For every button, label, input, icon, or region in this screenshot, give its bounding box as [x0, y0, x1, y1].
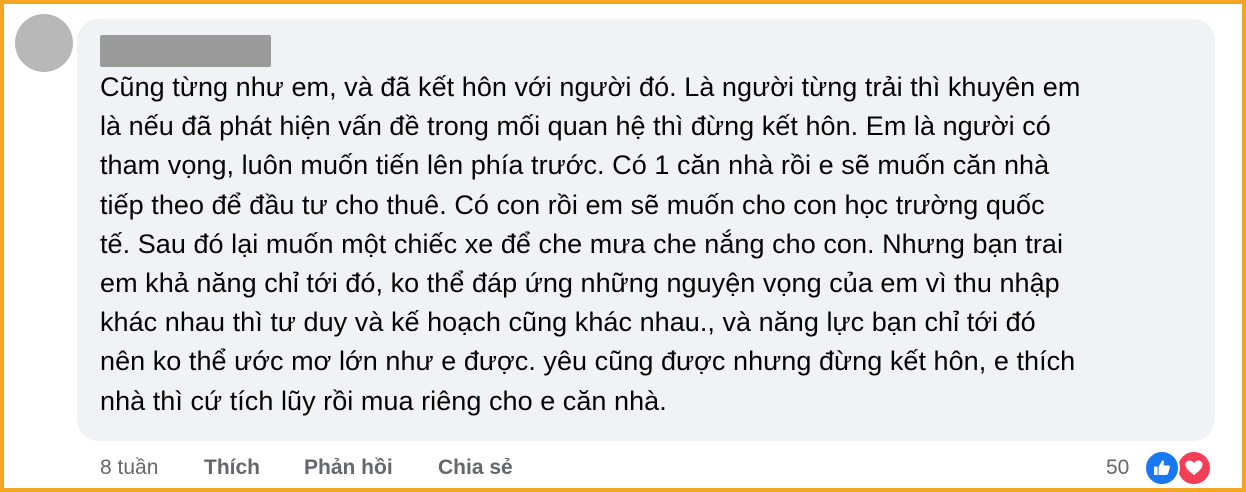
comment-text: Cũng từng như em, và đã kết hôn với ngườ…	[100, 68, 1195, 421]
comment-line: khác nhau thì tư duy và kế hoạch cũng kh…	[100, 307, 1036, 338]
like-button[interactable]: Thích	[204, 453, 260, 483]
reply-button[interactable]: Phản hồi	[304, 453, 393, 483]
comment-line: là nếu đã phát hiện vấn đề trong mối qua…	[100, 111, 1051, 142]
love-icon[interactable]	[1176, 450, 1212, 486]
comment-timestamp[interactable]: 8 tuần	[100, 453, 158, 483]
comment-line: nên ko thể ước mơ lớn như e được. yêu cũ…	[100, 346, 1076, 377]
author-name-redacted[interactable]	[100, 35, 271, 67]
comment-line: nhà thì cứ tích lũy rồi mua riêng cho e …	[100, 385, 667, 416]
comment-line: tham vọng, luôn muốn tiến lên phía trước…	[100, 150, 1050, 181]
avatar[interactable]	[15, 14, 73, 72]
comment-line: tế. Sau đó lại muốn một chiếc xe để che …	[100, 228, 1064, 259]
comment-line: em khả năng chỉ tới đó, ko thể đáp ứng n…	[100, 268, 1060, 299]
comment-line: tiếp theo để đầu tư cho thuê. Có con rồi…	[100, 189, 1045, 220]
comment-line: Cũng từng như em, và đã kết hôn với ngườ…	[100, 72, 1081, 102]
share-button[interactable]: Chia sẻ	[438, 453, 513, 483]
reaction-count[interactable]: 50	[1106, 453, 1129, 483]
like-icon[interactable]	[1144, 450, 1180, 486]
